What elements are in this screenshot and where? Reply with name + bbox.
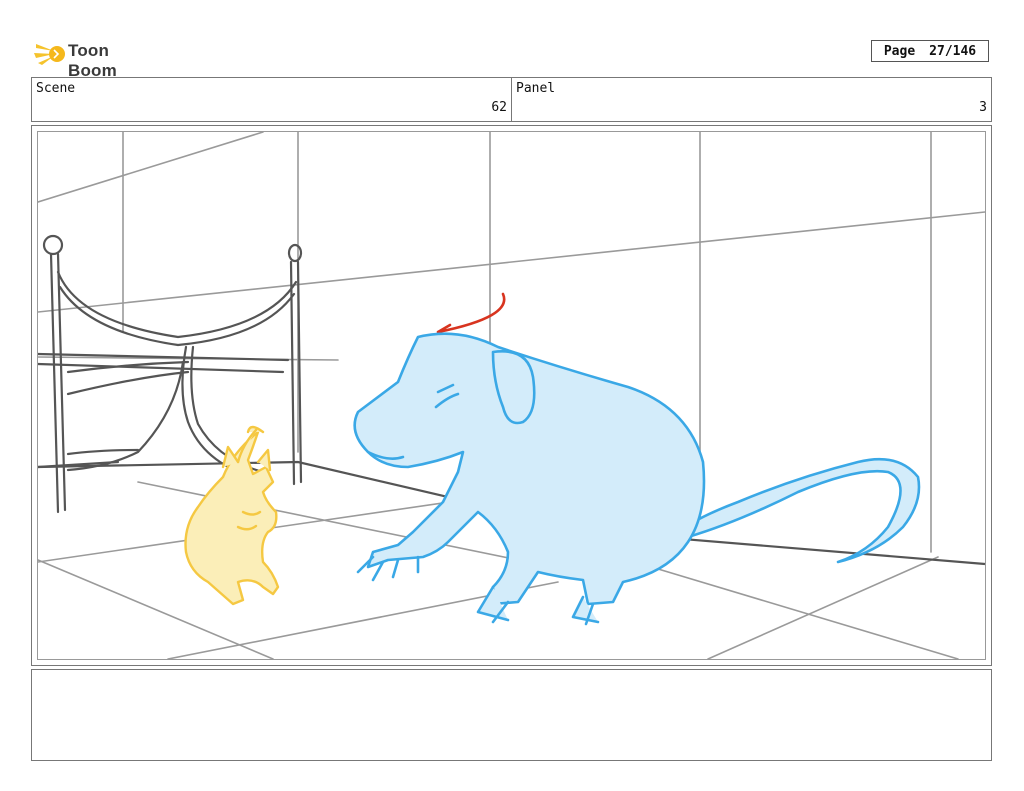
panel-label: Panel bbox=[516, 81, 556, 96]
scene-value: 62 bbox=[491, 100, 507, 115]
storyboard-sketch bbox=[38, 132, 985, 659]
logo-text: Toon Boom bbox=[68, 41, 117, 80]
toon-boom-logo: Toon Boom bbox=[32, 36, 162, 80]
storyboard-panel bbox=[31, 125, 992, 666]
page-value: 27/146 bbox=[929, 43, 977, 59]
page-indicator: Page 27/146 bbox=[871, 40, 989, 62]
panel-drawing-area bbox=[37, 131, 986, 660]
rat-figure bbox=[353, 332, 921, 626]
kitten-figure bbox=[184, 425, 280, 606]
scene-cell: Scene 62 bbox=[32, 78, 512, 121]
scene-label: Scene bbox=[36, 81, 76, 96]
page-label: Page bbox=[883, 43, 916, 59]
panel-value: 3 bbox=[979, 100, 987, 115]
scene-panel-row: Scene 62 Panel 3 bbox=[31, 77, 992, 122]
comet-icon bbox=[34, 44, 65, 65]
panel-notes-box bbox=[31, 669, 992, 761]
panel-cell: Panel 3 bbox=[512, 78, 991, 121]
motion-arrow bbox=[436, 292, 506, 340]
